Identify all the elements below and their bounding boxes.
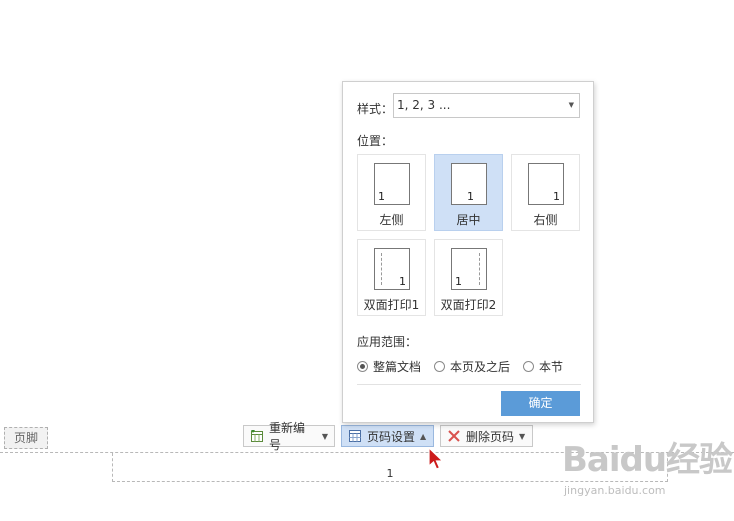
position-left-option[interactable]: 1 左侧 [357,154,426,231]
watermark-logo: Baidu经验 [562,440,733,480]
radio-label: 本节 [539,360,564,374]
popup-divider [357,384,581,385]
page-thumbnail-icon: 1 [451,248,487,290]
scope-this-page-onward-radio[interactable]: 本页及之后 [434,358,510,375]
page-number-icon [348,429,362,443]
thumbnail-number: 1 [378,190,385,203]
caret-down-icon: ▼ [519,431,526,441]
radio-label: 整篇文档 [373,360,422,374]
scope-label: 应用范围： [357,335,418,349]
page-number-settings-label: 页码设置 [367,429,416,444]
position-label: 位置： [357,134,394,148]
chevron-down-icon: ▼ [568,101,574,109]
watermark: Baidu经验 jingyan.baidu.com [562,432,733,497]
position-caption: 双面打印1 [363,298,420,312]
radio-button-icon [357,361,368,372]
thumbnail-number: 1 [455,275,462,288]
delete-page-number-label: 删除页码 [466,429,515,444]
radio-button-icon [434,361,445,372]
radio-button-icon [523,361,534,372]
delete-x-icon [447,429,461,443]
thumbnail-number: 1 [553,190,560,203]
position-center-option[interactable]: 1 居中 [434,154,503,231]
position-duplex1-option[interactable]: 1 双面打印1 [357,239,426,316]
page-thumbnail-icon: 1 [528,163,564,205]
page-number-settings-button[interactable]: 页码设置 ▲ [341,425,434,447]
delete-page-number-button[interactable]: 删除页码 ▼ [440,425,533,447]
radio-label: 本页及之后 [450,360,511,374]
renumber-icon [250,429,264,443]
position-caption: 双面打印2 [440,298,497,312]
watermark-url: jingyan.baidu.com [564,484,666,497]
scope-whole-document-radio[interactable]: 整篇文档 [357,358,421,375]
gutter-line [479,253,480,285]
position-caption: 居中 [456,213,481,227]
position-caption: 右侧 [533,213,558,227]
position-caption: 左侧 [379,213,404,227]
page-thumbnail-icon: 1 [374,163,410,205]
caret-up-icon: ▲ [420,431,427,441]
gutter-line [381,253,382,285]
footer-label: 页脚 [4,427,48,449]
cursor-arrow-icon [427,446,445,474]
position-right-option[interactable]: 1 右侧 [511,154,580,231]
page-thumbnail-icon: 1 [374,248,410,290]
thumbnail-number: 1 [399,275,406,288]
ok-button[interactable]: 确定 [501,391,580,416]
page-number-settings-popup: 样式： 1, 2, 3 ... ▼ 位置： 1 左侧 1 居中 1 右侧 1 双… [342,81,594,423]
style-label: 样式： [357,102,394,116]
style-select[interactable]: 1, 2, 3 ... ▼ [393,93,580,118]
renumber-button[interactable]: 重新编号 ▼ [243,421,335,452]
caret-down-icon: ▼ [321,431,328,441]
thumbnail-number: 1 [467,190,474,203]
renumber-label: 重新编号 [269,421,306,452]
scope-this-section-radio[interactable]: 本节 [523,358,563,375]
page-thumbnail-icon: 1 [451,163,487,205]
style-select-value: 1, 2, 3 ... [397,98,451,112]
position-duplex2-option[interactable]: 1 双面打印2 [434,239,503,316]
